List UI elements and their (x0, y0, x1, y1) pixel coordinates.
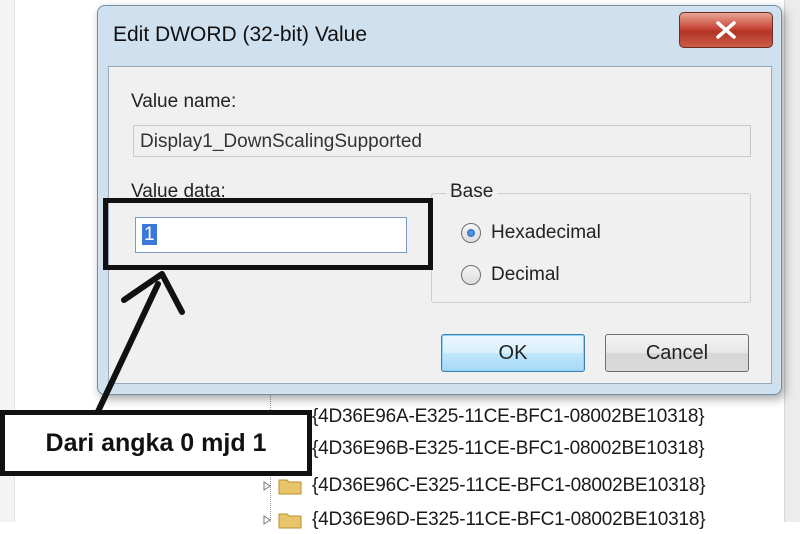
annotation-caption-box: Dari angka 0 mjd 1 (0, 410, 312, 476)
annotation-caption: Dari angka 0 mjd 1 (45, 428, 267, 457)
